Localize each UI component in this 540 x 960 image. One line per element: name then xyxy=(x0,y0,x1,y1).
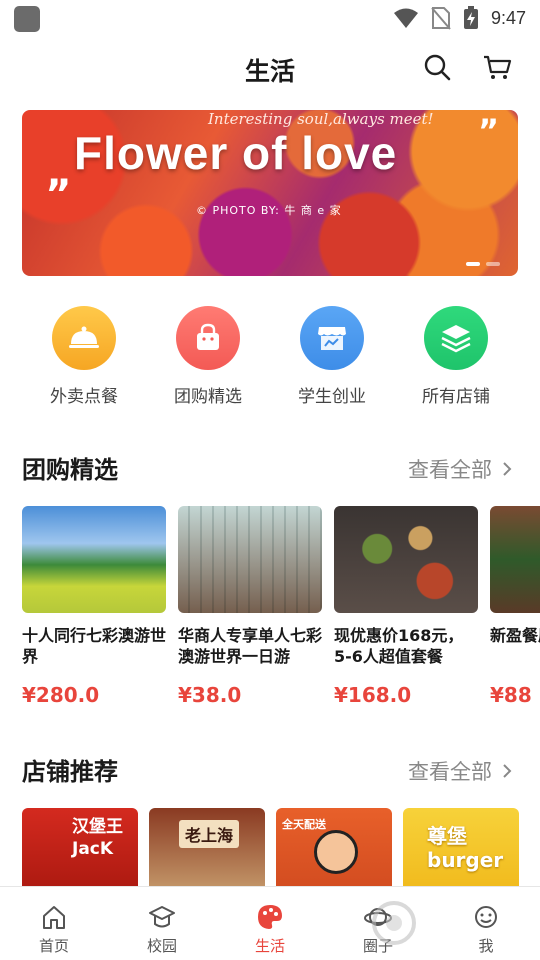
category-label: 外卖点餐 xyxy=(50,387,118,407)
status-bar: 9:47 xyxy=(0,0,540,36)
store-card[interactable]: 老上海 xyxy=(149,808,265,888)
carousel-indicator xyxy=(466,262,500,266)
nav-life[interactable]: 生活 xyxy=(216,887,324,960)
banner-title: Flower of love xyxy=(74,127,398,179)
product-name: 新盈餐原 xyxy=(490,626,540,645)
product-image xyxy=(22,506,166,613)
no-sim-icon xyxy=(431,7,451,30)
watermark-logo-icon xyxy=(372,901,416,945)
view-all-label: 查看全部 xyxy=(408,760,492,784)
category-takeout[interactable]: 外卖点餐 xyxy=(22,306,146,416)
product-card[interactable]: 新盈餐原 ¥88 xyxy=(490,506,540,707)
group-buy-list: 十人同行七彩澳游世界 ¥280.0 华商人专享单人七彩澳游世界一日游 ¥38.0… xyxy=(22,506,540,716)
product-price: ¥280.0 xyxy=(22,683,100,707)
food-cloche-icon xyxy=(52,306,116,370)
product-image xyxy=(178,506,322,613)
category-all-stores[interactable]: 所有店铺 xyxy=(394,306,518,416)
category-label: 学生创业 xyxy=(298,387,366,407)
app-notification-icon xyxy=(14,6,40,32)
view-all-label: 查看全部 xyxy=(408,458,492,482)
banner-credit: © PHOTO BY: 牛 商 e 家 xyxy=(196,204,342,217)
store-card[interactable]: 尊堡 burger xyxy=(403,808,519,888)
product-image xyxy=(334,506,478,613)
carousel-dot-active xyxy=(466,262,480,266)
nav-home[interactable]: 首页 xyxy=(0,887,108,960)
search-button[interactable] xyxy=(422,52,452,82)
store-card[interactable]: 全天配送 xyxy=(276,808,392,888)
layers-icon xyxy=(424,306,488,370)
product-price: ¥88 xyxy=(490,683,532,707)
nav-campus[interactable]: 校园 xyxy=(108,887,216,960)
nav-label: 校园 xyxy=(146,937,177,955)
search-icon xyxy=(424,54,451,81)
product-name: 十人同行七彩澳游世界 xyxy=(22,626,166,666)
product-image xyxy=(490,506,540,613)
product-name: 现优惠价168元，5-6人超值套餐 xyxy=(334,626,464,666)
store-image-text: 全天配送 xyxy=(282,818,326,831)
palette-icon xyxy=(255,903,285,931)
category-student-startup[interactable]: 学生创业 xyxy=(270,306,394,416)
storefront-icon xyxy=(300,306,364,370)
graduation-cap-icon xyxy=(147,903,177,931)
view-all-group-buy[interactable]: 查看全部 xyxy=(408,454,512,484)
clock: 9:47 xyxy=(490,7,526,28)
wifi-icon xyxy=(393,8,418,28)
group-buy-header: 团购精选 查看全部 xyxy=(22,446,518,486)
stores-header: 店铺推荐 查看全部 xyxy=(22,748,518,788)
app-header: 生活 xyxy=(0,40,540,96)
category-group-buy[interactable]: 团购精选 xyxy=(146,306,270,416)
chevron-right-icon xyxy=(503,462,512,476)
category-label: 所有店铺 xyxy=(422,387,490,407)
quote-mark: ” xyxy=(478,112,500,150)
quote-mark: „ xyxy=(46,150,73,196)
product-card[interactable]: 现优惠价168元，5-6人超值套餐 ¥168.0 xyxy=(334,506,478,707)
view-all-stores[interactable]: 查看全部 xyxy=(408,756,512,786)
site-watermark xyxy=(360,896,540,950)
nav-label: 首页 xyxy=(38,937,69,955)
shopping-bag-icon xyxy=(176,306,240,370)
store-image-text: 老上海 xyxy=(179,820,240,848)
store-list: 汉堡王 JacK 老上海 全天配送 尊堡 burger xyxy=(22,808,540,888)
store-image-text: 尊堡 burger xyxy=(427,824,504,872)
page-title: 生活 xyxy=(244,57,295,86)
product-price: ¥38.0 xyxy=(178,683,242,707)
carousel-dot xyxy=(486,262,500,266)
category-label: 团购精选 xyxy=(174,387,242,407)
product-card[interactable]: 十人同行七彩澳游世界 ¥280.0 xyxy=(22,506,166,707)
chevron-right-icon xyxy=(503,764,512,778)
store-card[interactable]: 汉堡王 JacK xyxy=(22,808,138,888)
product-name: 华商人专享单人七彩澳游世界一日游 xyxy=(178,626,322,666)
section-title: 团购精选 xyxy=(22,456,118,484)
product-card[interactable]: 华商人专享单人七彩澳游世界一日游 ¥38.0 xyxy=(178,506,322,707)
mascot-face xyxy=(314,830,358,874)
category-grid: 外卖点餐 团购精选 学生创业 所有店铺 xyxy=(22,306,518,416)
store-image-text: 汉堡王 JacK xyxy=(72,817,123,859)
nav-label: 生活 xyxy=(254,937,285,955)
cart-button[interactable] xyxy=(482,52,512,82)
promo-banner[interactable]: Interesting soul,always meet! „ Flower o… xyxy=(22,110,518,276)
battery-charging-icon xyxy=(463,6,478,29)
cart-icon xyxy=(484,55,512,79)
home-icon xyxy=(39,903,69,931)
product-price: ¥168.0 xyxy=(334,683,412,707)
section-title: 店铺推荐 xyxy=(22,758,118,786)
